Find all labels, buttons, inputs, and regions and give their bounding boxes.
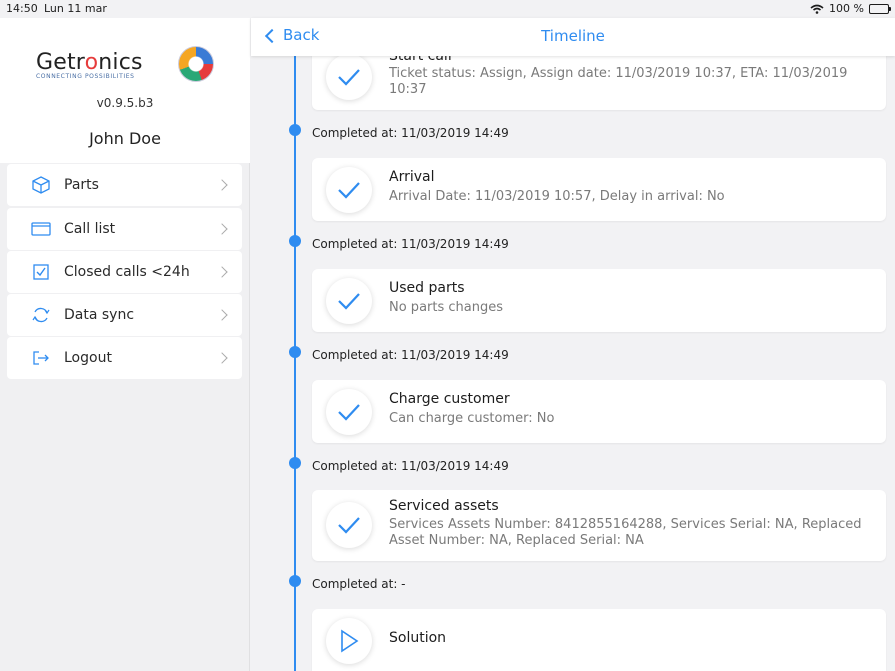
card-description: No parts changes	[389, 300, 503, 315]
box-icon	[30, 174, 52, 196]
sidebar-item-label: Data sync	[64, 307, 135, 323]
folder-icon	[30, 218, 52, 240]
card-title: Solution	[389, 630, 447, 646]
play-icon	[326, 618, 372, 664]
getronics-logo: Getronics CONNECTING POSSIBILITIES	[36, 50, 156, 80]
card-title: Start call	[389, 56, 452, 64]
timeline-card-serviced-assets[interactable]: Serviced assets Services Assets Number: …	[312, 490, 886, 561]
timeline-card-solution[interactable]: Solution	[312, 609, 886, 671]
user-name: John Doe	[89, 129, 161, 148]
card-title: Serviced assets	[389, 498, 499, 514]
status-right: 100 %	[810, 2, 891, 15]
check-icon	[326, 56, 372, 100]
card-description: Ticket status: Assign, Assign date: 11/0…	[389, 66, 848, 97]
completed-at-label: Completed at: 11/03/2019 14:49	[312, 237, 509, 251]
completed-at-label: Completed at: 11/03/2019 14:49	[312, 459, 509, 473]
status-time: 14:50	[6, 2, 38, 15]
sync-icon	[30, 304, 52, 326]
chevron-right-icon	[216, 352, 228, 364]
card-title: Arrival	[389, 169, 435, 185]
timeline-card-used-parts[interactable]: Used parts No parts changes	[312, 269, 886, 332]
timeline-card-start-call[interactable]: Start call Ticket status: Assign, Assign…	[312, 56, 886, 110]
timeline-dot	[289, 457, 301, 469]
sidebar-item-label: Closed calls <24h	[64, 264, 190, 280]
sidebar-item-label: Call list	[64, 221, 116, 237]
timeline-dot	[289, 346, 301, 358]
sidebar-item-parts[interactable]: Parts	[7, 164, 242, 206]
timeline-list[interactable]: Start call Ticket status: Assign, Assign…	[251, 56, 895, 671]
logo-text-part: o	[84, 50, 99, 75]
chevron-right-icon	[216, 223, 228, 235]
card-title: Used parts	[389, 280, 465, 296]
chevron-right-icon	[216, 309, 228, 321]
card-title: Charge customer	[389, 391, 510, 407]
timeline-card-charge-customer[interactable]: Charge customer Can charge customer: No	[312, 380, 886, 443]
sidebar-item-closed-calls[interactable]: Closed calls <24h	[7, 251, 242, 293]
profile-header: Getronics CONNECTING POSSIBILITIES v0.9.…	[0, 18, 250, 163]
completed-at-label: Completed at: 11/03/2019 14:49	[312, 126, 509, 140]
chevron-right-icon	[216, 179, 228, 191]
logo-text-part: Getr	[36, 50, 85, 75]
sidebar-item-data-sync[interactable]: Data sync	[7, 294, 242, 336]
card-description: Can charge customer: No	[389, 411, 555, 426]
check-icon	[326, 167, 372, 213]
battery-icon	[869, 3, 891, 14]
sidebar-item-label: Logout	[64, 350, 112, 366]
sidebar-item-call-list[interactable]: Call list	[7, 208, 242, 250]
completed-at-label: Completed at: 11/03/2019 14:49	[312, 348, 509, 362]
wifi-icon	[810, 4, 824, 14]
logo-text-part: nics	[98, 50, 143, 75]
timeline-dot	[289, 235, 301, 247]
check-icon	[326, 502, 372, 548]
card-description: Arrival Date: 11/03/2019 10:57, Delay in…	[389, 189, 725, 204]
sidebar-item-logout[interactable]: Logout	[7, 337, 242, 379]
check-icon	[326, 389, 372, 435]
sidebar-item-label: Parts	[64, 177, 99, 193]
card-description: Services Assets Number: 8412855164288, S…	[389, 517, 862, 548]
chevron-right-icon	[216, 266, 228, 278]
status-bar: 14:50 Lun 11 mar 100 %	[0, 0, 895, 18]
completed-at-label: Completed at: -	[312, 577, 406, 591]
check-icon	[326, 278, 372, 324]
navigation-bar: Back Timeline	[251, 18, 895, 56]
battery-percent: 100 %	[829, 2, 864, 15]
checkbox-icon	[30, 261, 52, 283]
status-date: Lun 11 mar	[44, 2, 107, 15]
timeline-card-arrival[interactable]: Arrival Arrival Date: 11/03/2019 10:57, …	[312, 158, 886, 221]
global-alliance-logo	[178, 46, 214, 82]
timeline-dot	[289, 124, 301, 136]
timeline-dot	[289, 575, 301, 587]
app-version: v0.9.5.b3	[96, 96, 154, 110]
page-title: Timeline	[541, 27, 605, 45]
logout-icon	[30, 347, 52, 369]
sidebar: Getronics CONNECTING POSSIBILITIES v0.9.…	[0, 18, 250, 671]
